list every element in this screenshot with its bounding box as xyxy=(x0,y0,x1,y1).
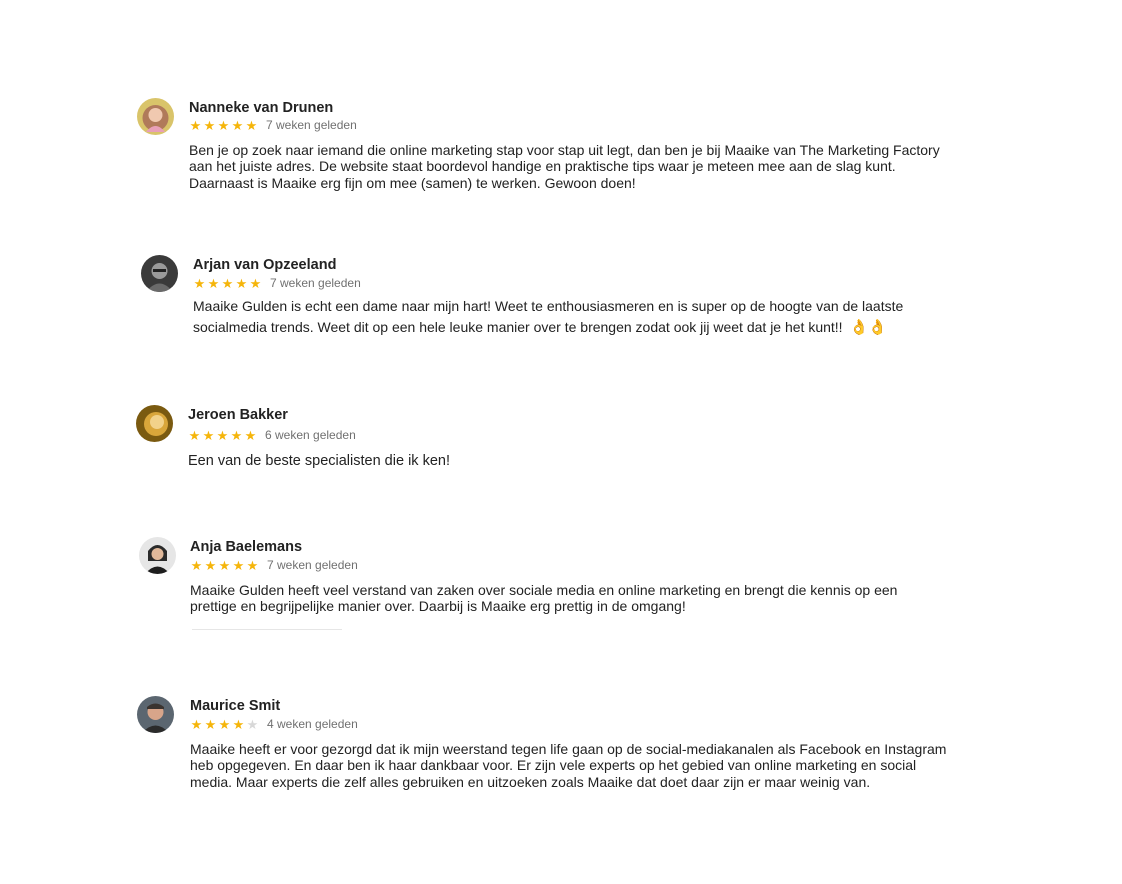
star-rating: ★ ★ ★ ★ ★ xyxy=(190,559,259,572)
review-time: 7 weken geleden xyxy=(267,558,358,572)
star-icon: ★ xyxy=(190,557,203,573)
avatar-photo-icon xyxy=(136,405,173,442)
star-icon: ★ xyxy=(204,716,217,732)
star-icon: ★ xyxy=(216,427,229,443)
star-icon: ★ xyxy=(190,716,203,732)
star-icon: ★ xyxy=(221,275,234,291)
reviewer-name[interactable]: Anja Baelemans xyxy=(190,539,302,555)
star-rating: ★ ★ ★ ★ ★ xyxy=(193,277,262,290)
review-meta: ★ ★ ★ ★ ★ 4 weken geleden xyxy=(190,717,358,731)
review-meta: ★ ★ ★ ★ ★ 7 weken geleden xyxy=(193,276,361,290)
review-text: Maaike Gulden heeft veel verstand van za… xyxy=(190,582,898,615)
avatar-photo-icon xyxy=(141,255,178,292)
avatar[interactable] xyxy=(137,98,174,135)
divider xyxy=(192,629,342,630)
star-icon: ★ xyxy=(249,275,262,291)
star-icon: ★ xyxy=(202,427,215,443)
star-icon: ★ xyxy=(232,557,245,573)
star-icon: ★ xyxy=(203,117,216,133)
review-meta: ★ ★ ★ ★ ★ 7 weken geleden xyxy=(190,558,358,572)
avatar-photo-icon xyxy=(137,98,174,135)
star-icon: ★ xyxy=(246,716,259,732)
review-text: Ben je op zoek naar iemand die online ma… xyxy=(189,142,940,191)
star-rating: ★ ★ ★ ★ ★ xyxy=(188,429,257,442)
review-time: 7 weken geleden xyxy=(270,276,361,290)
review-time: 4 weken geleden xyxy=(267,717,358,731)
star-icon: ★ xyxy=(193,275,206,291)
review-text: Maaike heeft er voor gezorgd dat ik mijn… xyxy=(190,741,947,790)
review-meta: ★ ★ ★ ★ ★ 6 weken geleden xyxy=(188,428,356,442)
review-time: 6 weken geleden xyxy=(265,428,356,442)
avatar[interactable] xyxy=(137,696,174,733)
avatar[interactable] xyxy=(141,255,178,292)
star-icon: ★ xyxy=(246,557,259,573)
review-meta: ★ ★ ★ ★ ★ 7 weken geleden xyxy=(189,118,357,132)
star-icon: ★ xyxy=(204,557,217,573)
avatar-photo-icon xyxy=(137,696,174,733)
reviewer-name[interactable]: Arjan van Opzeeland xyxy=(193,257,336,273)
review-text: Maaike Gulden is echt een dame naar mijn… xyxy=(193,298,904,335)
star-icon: ★ xyxy=(218,716,231,732)
star-icon: ★ xyxy=(244,427,257,443)
avatar[interactable] xyxy=(139,537,176,574)
review-text-block: Maaike Gulden is echt een dame naar mijn… xyxy=(193,296,913,338)
ok-hand-emoji: 👌👌 xyxy=(849,318,887,336)
star-icon: ★ xyxy=(235,275,248,291)
review-time: 7 weken geleden xyxy=(266,118,357,132)
avatar-photo-icon xyxy=(139,537,176,574)
star-icon: ★ xyxy=(217,117,230,133)
star-icon: ★ xyxy=(218,557,231,573)
reviewer-name[interactable]: Maurice Smit xyxy=(190,698,280,714)
star-icon: ★ xyxy=(230,427,243,443)
star-icon: ★ xyxy=(232,716,245,732)
star-icon: ★ xyxy=(231,117,244,133)
review-text: Een van de beste specialisten die ik ken… xyxy=(188,453,450,469)
star-icon: ★ xyxy=(245,117,258,133)
avatar[interactable] xyxy=(136,405,173,442)
star-icon: ★ xyxy=(189,117,202,133)
star-rating: ★ ★ ★ ★ ★ xyxy=(190,718,259,731)
star-icon: ★ xyxy=(188,427,201,443)
reviewer-name[interactable]: Jeroen Bakker xyxy=(188,407,288,423)
star-rating: ★ ★ ★ ★ ★ xyxy=(189,119,258,132)
star-icon: ★ xyxy=(207,275,220,291)
reviewer-name[interactable]: Nanneke van Drunen xyxy=(189,100,333,116)
